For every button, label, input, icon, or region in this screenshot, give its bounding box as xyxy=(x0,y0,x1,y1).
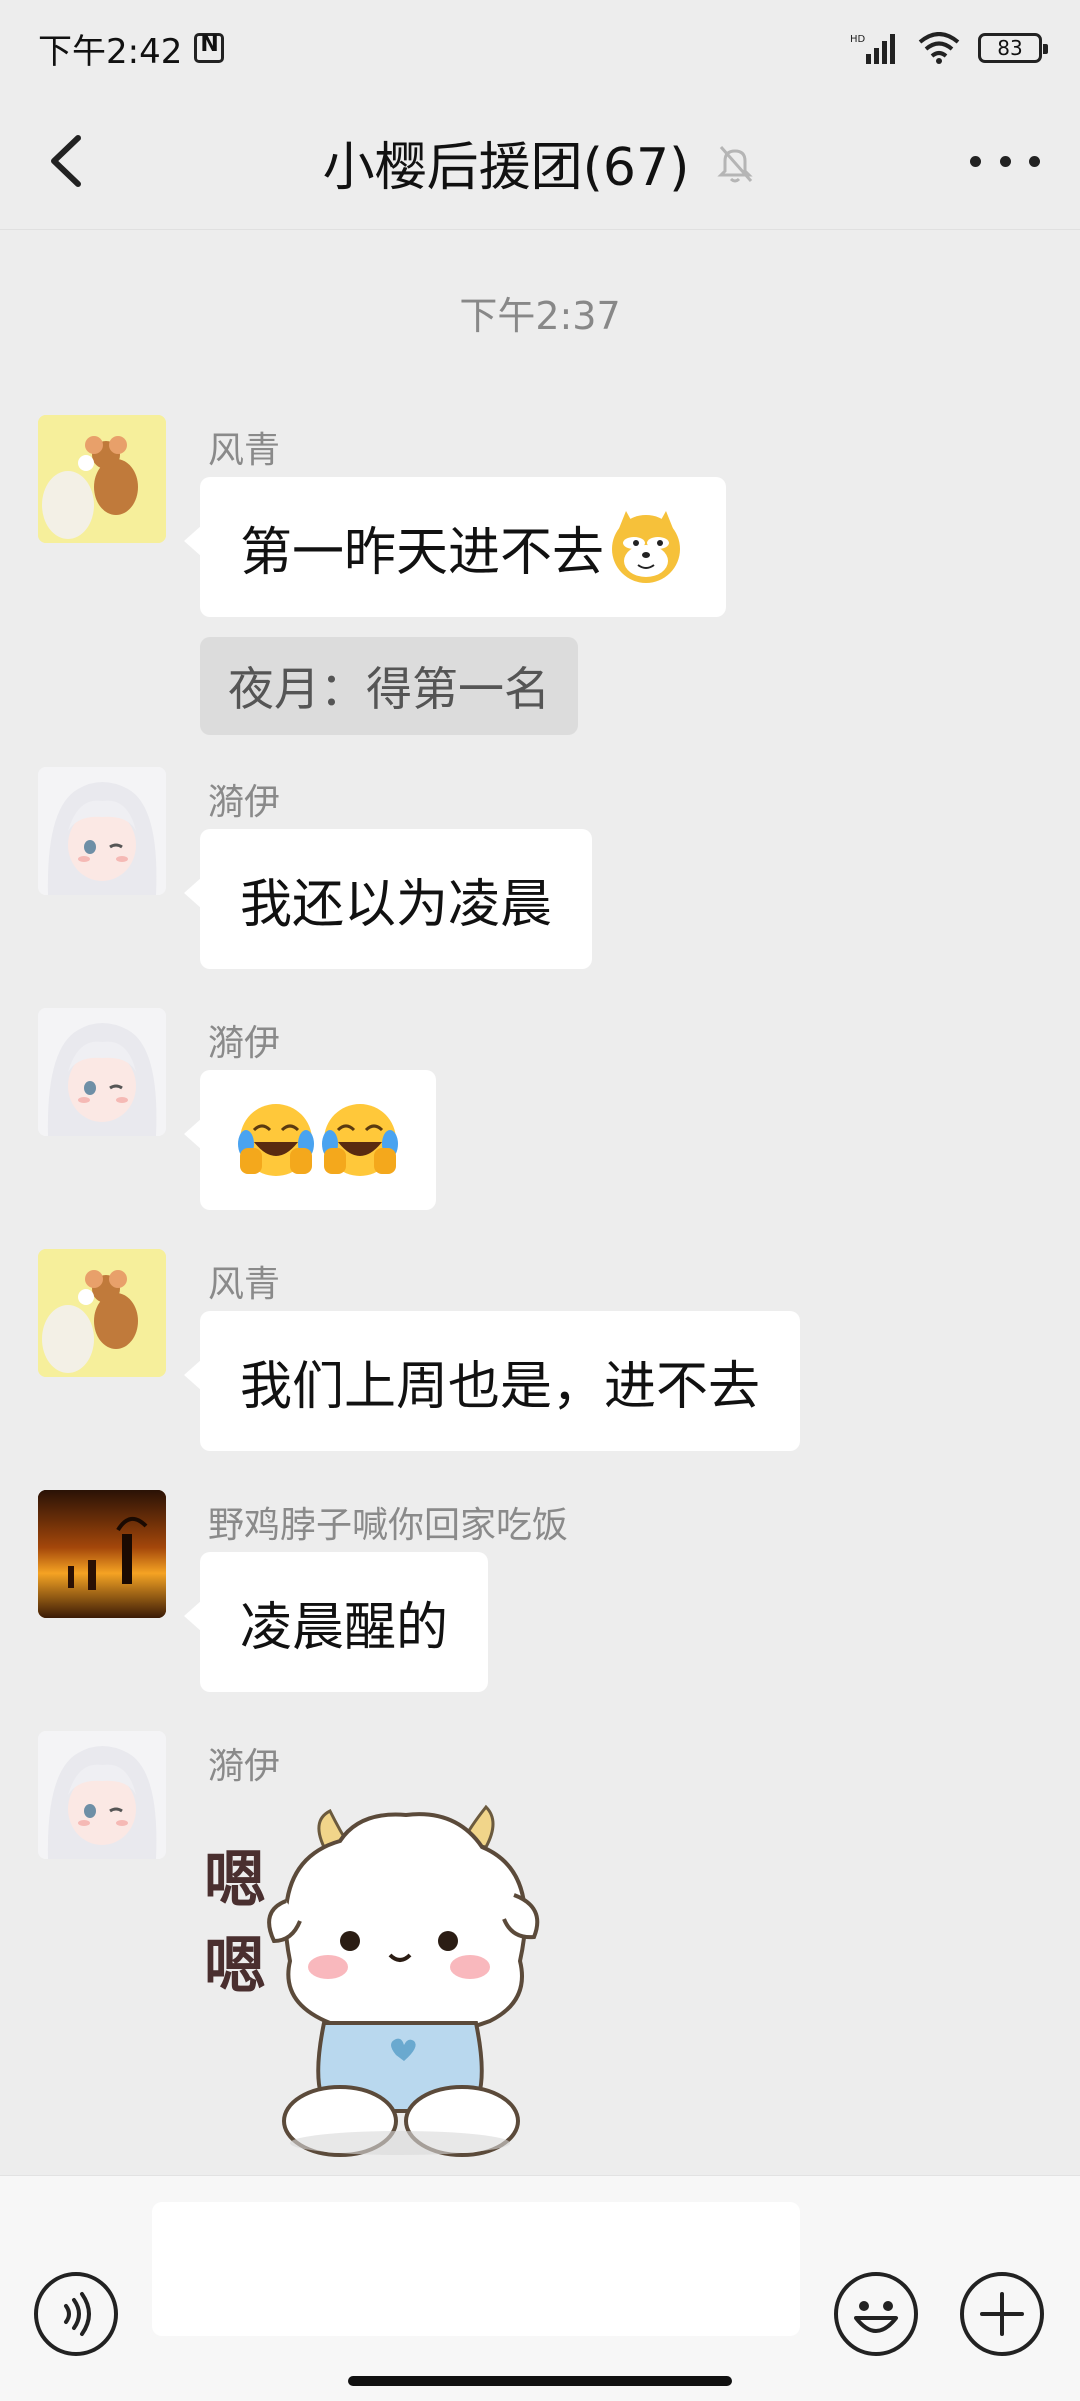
chat-header: 小樱后援团(67) xyxy=(0,96,1080,230)
smiley-icon xyxy=(854,2301,898,2333)
sender-name: 漪伊 xyxy=(208,1746,281,1787)
more-functions-button[interactable] xyxy=(960,2272,1044,2356)
chat-input-bar xyxy=(0,2175,1080,2401)
message-bubble[interactable]: 我们上周也是，进不去 xyxy=(183,1311,801,1451)
sender-name: 漪伊 xyxy=(208,782,281,823)
message-bubble[interactable]: 第一昨天进不去 xyxy=(183,477,727,617)
status-bar: 下午2:42 HD 83 xyxy=(0,0,1080,96)
signal-icon: HD xyxy=(850,34,895,64)
message-text: 我还以为凌晨 xyxy=(240,874,553,935)
svg-text:HD: HD xyxy=(850,34,866,45)
chat-title: 小樱后援团(67) xyxy=(322,138,690,198)
white-sheep-sticker[interactable]: 嗯 嗯 xyxy=(200,1791,580,2171)
wifi-icon xyxy=(918,32,960,64)
anime-girl-avatar[interactable] xyxy=(38,1731,166,1859)
battery-level: 83 xyxy=(997,36,1023,60)
home-indicator[interactable] xyxy=(348,2376,732,2386)
mute-bell-icon xyxy=(717,145,753,182)
more-options-button[interactable] xyxy=(970,136,1040,186)
message-input[interactable] xyxy=(152,2202,800,2336)
anime-girl-avatar[interactable] xyxy=(38,767,166,895)
doge-emoji-icon xyxy=(612,511,681,583)
chat-message-list[interactable]: 下午2:37 风青 第一昨天进不去 夜月：得第一名 漪伊 我还以为凌晨 漪伊 风… xyxy=(0,230,1080,2175)
sender-name: 野鸡脖子喊你回家吃饭 xyxy=(208,1505,569,1546)
message-text: 凌晨醒的 xyxy=(240,1597,449,1658)
emoji-button[interactable] xyxy=(834,2272,918,2356)
message-bubble[interactable]: 我还以为凌晨 xyxy=(183,829,593,969)
voice-icon xyxy=(64,2292,91,2336)
battery-icon: 83 xyxy=(978,33,1048,63)
quoted-message[interactable]: 夜月：得第一名 xyxy=(200,637,578,735)
back-button[interactable] xyxy=(40,126,100,196)
sticker-text-1: 嗯 xyxy=(204,1843,266,1916)
message-text: 第一昨天进不去 xyxy=(240,522,605,583)
status-time: 下午2:42 xyxy=(38,31,183,72)
anime-girl-avatar[interactable] xyxy=(38,1008,166,1136)
plus-icon xyxy=(980,2292,1024,2336)
message-bubble[interactable] xyxy=(184,1070,436,1210)
sticker-text-2: 嗯 xyxy=(204,1929,266,2002)
message-bubble[interactable]: 凌晨醒的 xyxy=(183,1552,489,1692)
cartoon-mouse-avatar[interactable] xyxy=(38,1249,166,1377)
laugh-cry-emoji-icon xyxy=(322,1104,398,1176)
sender-name: 风青 xyxy=(208,430,281,471)
message-text: 我们上周也是，进不去 xyxy=(240,1356,761,1417)
voice-input-button[interactable] xyxy=(34,2272,118,2356)
chat-timestamp: 下午2:37 xyxy=(459,294,621,338)
nfc-icon xyxy=(194,32,225,63)
cartoon-mouse-avatar[interactable] xyxy=(38,415,166,543)
sender-name: 漪伊 xyxy=(208,1023,281,1064)
sunset-silhouette-avatar[interactable] xyxy=(38,1490,166,1618)
laugh-cry-emoji-icon xyxy=(238,1104,314,1176)
sender-name: 风青 xyxy=(208,1264,281,1305)
